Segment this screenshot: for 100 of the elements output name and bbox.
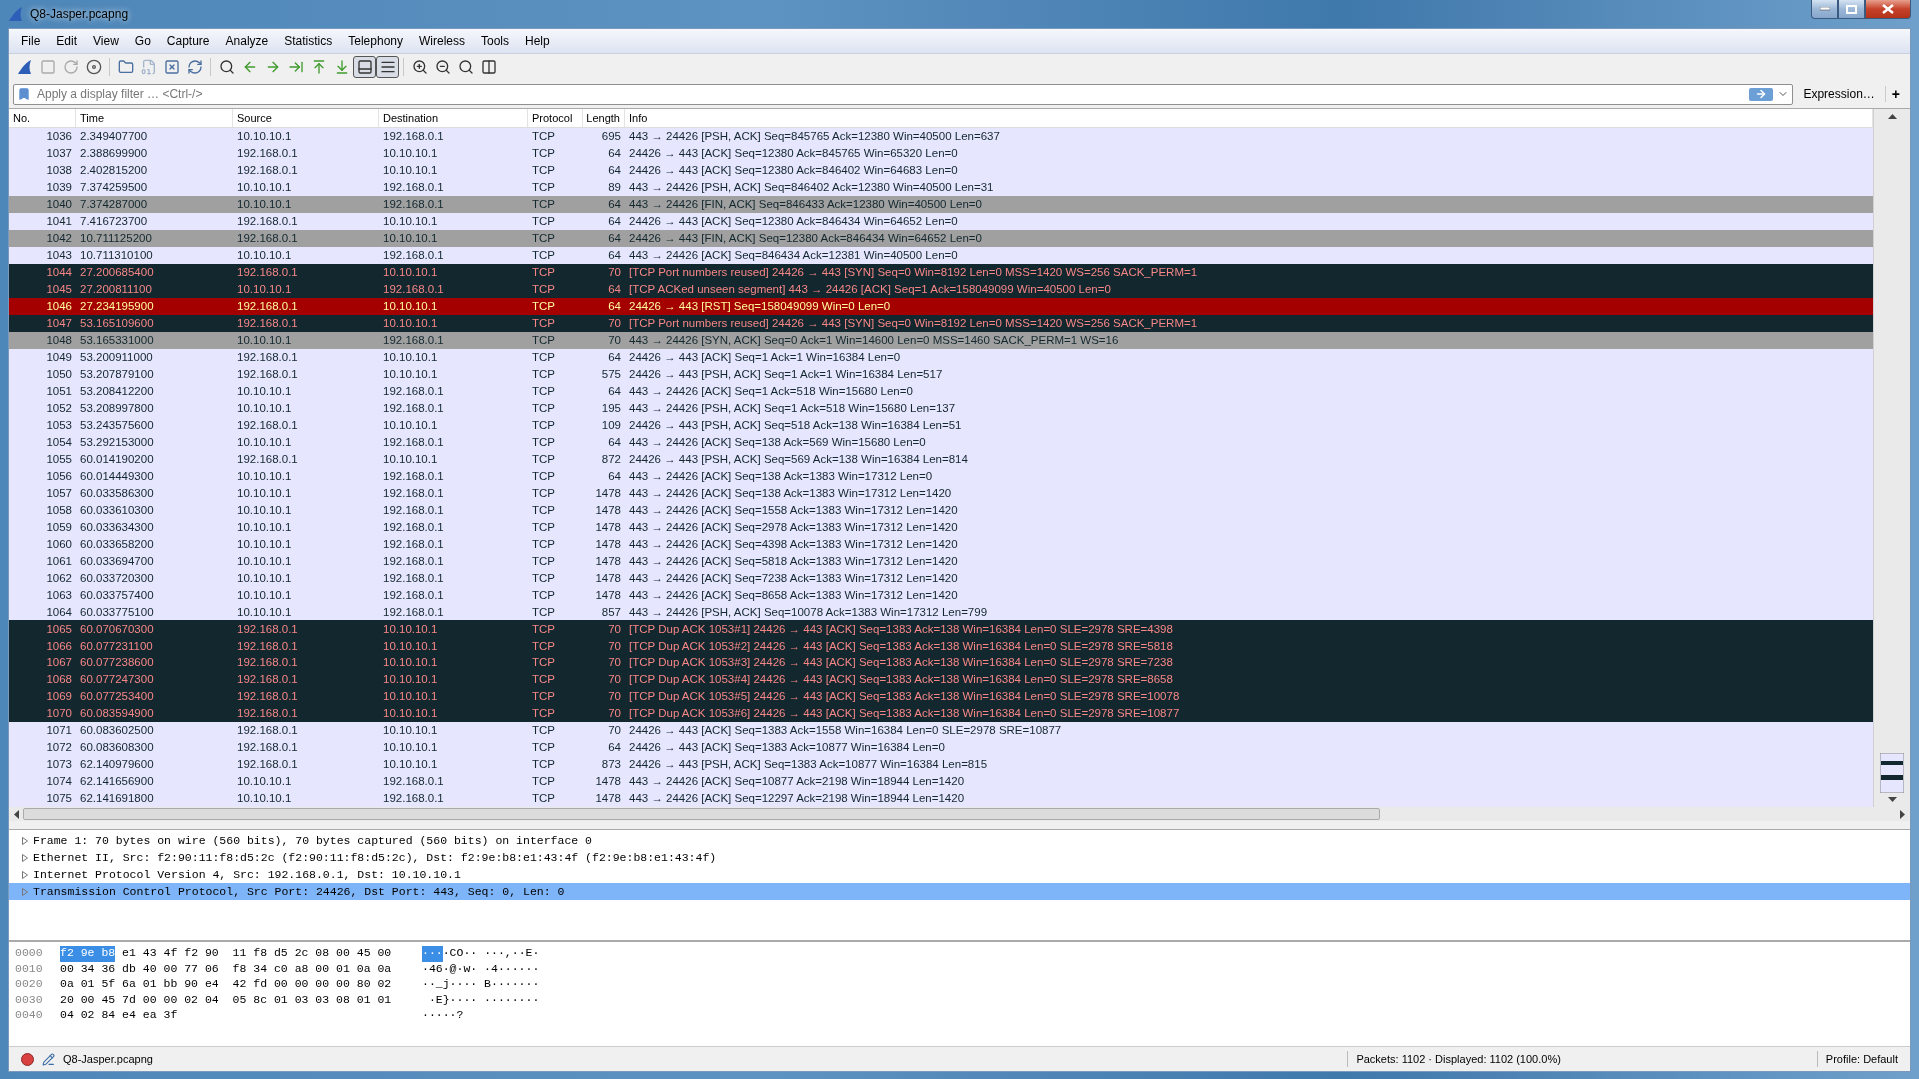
menu-item[interactable]: Help — [517, 34, 558, 48]
minimize-button[interactable] — [1811, 0, 1838, 19]
packet-row[interactable]: 1053 53.243575600 192.168.0.1 10.10.10.1 TCP 109 24426 → 443 [PSH, ACK] Seq=518 Ack=138 Win=16384 Len=51 — [9, 416, 1873, 434]
hex-bytes: 20 00 45 7d 00 00 02 04 05 8c 01 03 03 08 01 01 — [60, 992, 392, 1008]
table-cell-text: 192.168.0.1 — [382, 571, 445, 584]
table-cell-text: 192.168.0.1 — [236, 741, 299, 754]
table-cell-text: 443 → 24426 [ACK] Seq=138 Ack=569 Win=15680 Len=0 — [628, 435, 927, 448]
packet-row[interactable]: 1059 60.033634300 10.10.10.1 192.168.0.1 TCP 1478 443 → 24426 [ACK] Seq=2978 Ack=1383 Win=17312 Len=1420 — [9, 518, 1873, 536]
table-cell-text: 60.033586300 — [79, 486, 155, 499]
table-cell-text: TCP — [531, 503, 556, 516]
packet-row[interactable]: 1062 60.033720300 10.10.10.1 192.168.0.1 TCP 1478 443 → 24426 [ACK] Seq=7238 Ack=1383 Win=17312 Len=1420 — [9, 569, 1873, 587]
table-cell-text: 192.168.0.1 — [382, 520, 445, 533]
packet-row[interactable]: 1067 60.077238600 192.168.0.1 10.10.10.1 TCP 70 [TCP Dup ACK 1053#3] 24426 → 443 [ACK] Seq=1383 Ack=138 Win=16384 Len=0 SLE=2978 SRE=7238 — [9, 654, 1873, 671]
table-cell-text: 443 → 24426 [ACK] Seq=4398 Ack=1383 Win=17312 Len=1420 — [628, 537, 959, 550]
table-cell-text: 10.10.10.1 — [236, 401, 293, 414]
table-cell-text: 10.10.10.1 — [382, 418, 439, 431]
menu-item[interactable]: Edit — [48, 34, 86, 48]
autoscroll-button[interactable] — [353, 56, 376, 78]
table-cell-text: 10.10.10.1 — [236, 130, 293, 143]
packet-row[interactable]: 1060 60.033658200 10.10.10.1 192.168.0.1 TCP 1478 443 → 24426 [ACK] Seq=4398 Ack=1383 Win=17312 Len=1420 — [9, 535, 1873, 553]
table-cell-text: 10.10.10.1 — [382, 656, 439, 669]
column-header[interactable]: Length — [583, 109, 625, 127]
ascii-text: ··· — [422, 946, 443, 962]
packet-row[interactable]: 1058 60.033610300 10.10.10.1 192.168.0.1 TCP 1478 443 → 24426 [ACK] Seq=1558 Ack=1383 Win=17312 Len=1420 — [9, 501, 1873, 519]
table-cell-text: 1040 — [45, 198, 73, 211]
maximize-button[interactable] — [1838, 0, 1865, 19]
menu-item[interactable]: Tools — [473, 34, 517, 48]
table-cell-text: 1042 — [45, 232, 73, 245]
ascii-text: ··_j···· B······· — [422, 977, 540, 992]
packet-row[interactable]: 1064 60.033775100 10.10.10.1 192.168.0.1 TCP 857 443 → 24426 [PSH, ACK] Seq=10078 Ack=1383 Win=17312 Len=799 — [9, 603, 1873, 621]
menu-item[interactable]: Go — [126, 34, 159, 48]
table-cell-text: 1052 — [45, 401, 73, 414]
table-cell-text: 192.168.0.1 — [382, 554, 445, 567]
filter-box[interactable]: Apply a display filter … <Ctrl-/> — [13, 83, 1794, 105]
table-cell-text: 60.077253400 — [79, 690, 155, 703]
table-cell-text: 443 → 24426 [ACK] Seq=7238 Ack=1383 Win=17312 Len=1420 — [628, 571, 959, 584]
table-cell-text: 53.165331000 — [79, 334, 155, 347]
menu-item[interactable]: Wireless — [411, 34, 473, 48]
detail-tree-item[interactable]: Transmission Control Protocol, Src Port: 24426, Dst Port: 443, Seq: 0, Len: 0 — [9, 883, 1910, 900]
horizontal-scrollbar[interactable] — [9, 807, 1910, 821]
table-cell-text: 64 — [607, 351, 622, 364]
column-header[interactable]: Destination — [379, 109, 528, 127]
capture-status-icon[interactable] — [21, 1052, 34, 1066]
arrow-to-line-icon — [287, 59, 304, 75]
close-button[interactable] — [1865, 0, 1911, 19]
packet-row[interactable]: 1055 60.014190200 192.168.0.1 10.10.10.1 TCP 872 24426 → 443 [PSH, ACK] Seq=569 Ack=138 Win=16384 Len=814 — [9, 450, 1873, 468]
table-cell-text: 27.200811100 — [79, 283, 153, 296]
column-header[interactable]: Time — [76, 109, 233, 127]
table-cell-text: 192.168.0.1 — [236, 707, 299, 720]
ascii-text: ·E}···· ········ — [427, 992, 540, 1008]
hex-bytes: f2 9e b8 — [60, 946, 116, 962]
table-cell-text: 10.10.10.1 — [382, 724, 439, 737]
expand-arrow-icon[interactable] — [21, 870, 29, 879]
menu-item[interactable]: Analyze — [217, 34, 277, 48]
table-cell-text: 1063 — [45, 588, 73, 601]
maximize-icon — [1846, 4, 1857, 14]
menu-item[interactable]: Telephony — [340, 34, 411, 48]
column-header[interactable]: Source — [233, 109, 379, 127]
packet-row[interactable]: 1057 60.033586300 10.10.10.1 192.168.0.1 TCP 1478 443 → 24426 [ACK] Seq=138 Ack=1383 Win=17312 Len=1420 — [9, 484, 1873, 502]
packet-row[interactable]: 1052 53.208997800 10.10.10.1 192.168.0.1 TCP 195 443 → 24426 [PSH, ACK] Seq=1 Ack=518 Win=15680 Len=137 — [9, 399, 1873, 417]
add-button[interactable]: + — [1884, 86, 1906, 102]
menu-item[interactable]: View — [85, 34, 127, 48]
table-cell-text: TCP — [531, 164, 556, 177]
packet-row[interactable]: 1063 60.033757400 10.10.10.1 192.168.0.1 TCP 1478 443 → 24426 [ACK] Seq=8658 Ack=1383 Win=17312 Len=1420 — [9, 586, 1873, 604]
menu-item[interactable]: Capture — [158, 34, 218, 48]
vertical-scrollbar[interactable] — [1873, 109, 1910, 807]
table-cell-text: 192.168.0.1 — [382, 486, 445, 499]
apply-filter-button[interactable] — [1749, 87, 1774, 101]
table-cell-text: 60.077238600 — [79, 656, 155, 669]
table-cell-text: 1041 — [45, 215, 73, 228]
detail-tree-item[interactable]: Ethernet II, Src: f2:90:11:f8:d5:2c (f2:90:11:f8:d5:2c), Dst: f2:9e:b8:e1:43:4f (f2:9e:b8:e1:43:4f) — [9, 849, 1910, 866]
table-cell-text: TCP — [531, 775, 556, 788]
table-cell-text: 192.168.0.1 — [236, 232, 299, 245]
detail-tree-item[interactable]: Internet Protocol Version 4, Src: 192.168.0.1, Dst: 10.10.10.1 — [9, 866, 1910, 883]
table-cell-text: 64 — [607, 164, 622, 177]
expression-button[interactable]: Expression… — [1797, 87, 1881, 101]
table-cell-text: 873 — [600, 758, 622, 771]
profile-label[interactable]: Profile: Default — [1825, 1053, 1898, 1065]
menu-item[interactable]: File — [13, 34, 49, 48]
menu-item[interactable]: Statistics — [276, 34, 341, 48]
pencil-icon[interactable] — [42, 1052, 55, 1066]
column-header[interactable]: Protocol — [528, 109, 583, 127]
packet-row[interactable]: 1061 60.033694700 10.10.10.1 192.168.0.1 TCP 1478 443 → 24426 [ACK] Seq=5818 Ack=1383 Win=17312 Len=1420 — [9, 552, 1873, 570]
table-cell-text: 192.168.0.1 — [382, 588, 445, 601]
colorize-button[interactable] — [376, 56, 399, 78]
detail-tree-item[interactable]: Frame 1: 70 bytes on wire (560 bits), 70 bytes captured (560 bits) on interface 0 — [9, 832, 1910, 849]
packet-row[interactable]: 1056 60.014449300 10.10.10.1 192.168.0.1 TCP 64 443 → 24426 [ACK] Seq=138 Ack=1383 Win=17312 Len=0 — [9, 467, 1873, 485]
packet-row[interactable]: 1065 60.070670300 192.168.0.1 10.10.10.1 TCP 70 [TCP Dup ACK 1053#1] 24426 → 443 [ACK] Seq=1383 Ack=138 Win=16384 Len=0 SLE=2978 SRE=4398 — [9, 620, 1873, 638]
column-header[interactable]: No. — [9, 109, 76, 127]
packet-row[interactable]: 1066 60.077231100 192.168.0.1 10.10.10.1 TCP 70 [TCP Dup ACK 1053#2] 24426 → 443 [ACK] Seq=1383 Ack=138 Win=16384 Len=0 SLE=2978 SRE=5818 — [9, 637, 1873, 654]
display-filter-field[interactable]: Apply a display filter … <Ctrl-/> — [35, 86, 1746, 102]
packet-row[interactable]: 1054 53.292153000 10.10.10.1 192.168.0.1 TCP 64 443 → 24426 [ACK] Seq=138 Ack=569 Win=15680 Len=0 — [9, 433, 1873, 451]
table-cell-text: 192.168.0.1 — [236, 418, 299, 431]
expand-arrow-icon[interactable] — [21, 853, 29, 862]
search-icon — [218, 59, 235, 75]
table-cell-text: 10.10.10.1 — [382, 690, 439, 703]
expand-arrow-icon[interactable] — [21, 836, 29, 845]
table-cell-text: 695 — [600, 130, 622, 143]
table-cell-text: 1069 — [45, 690, 73, 703]
packet-map-drawing — [1880, 753, 1904, 793]
